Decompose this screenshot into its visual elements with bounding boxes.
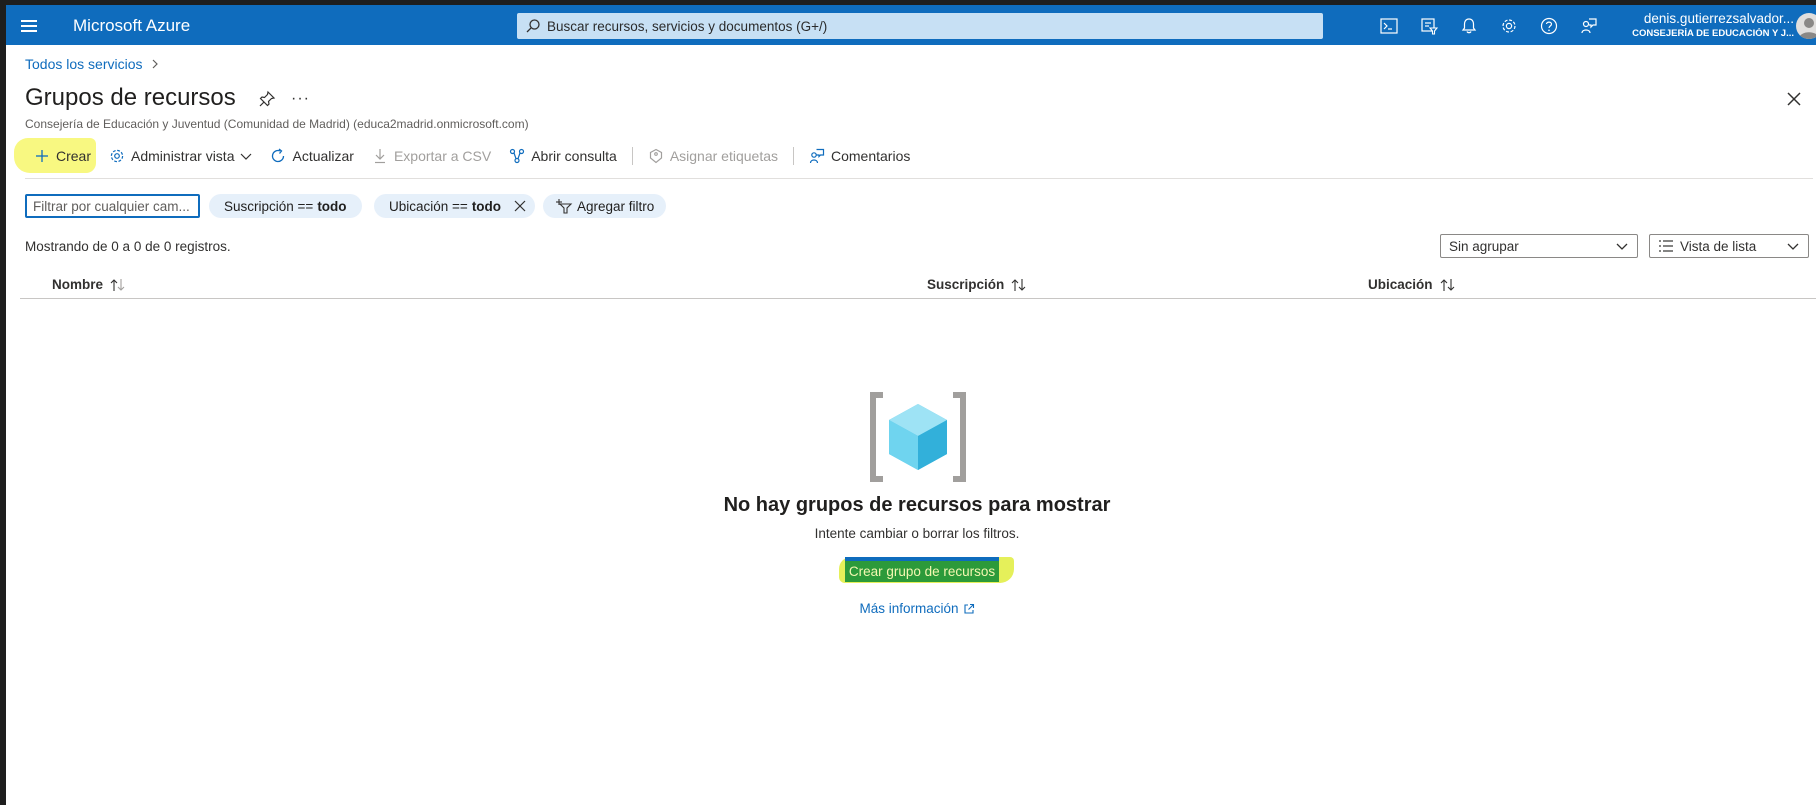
column-header-label: Suscripción [927, 277, 1005, 292]
open-query-label: Abrir consulta [531, 148, 617, 164]
breadcrumb-all-services[interactable]: Todos los servicios [25, 56, 143, 72]
view-mode-dropdown[interactable]: Vista de lista [1649, 234, 1809, 258]
subscription-filter-pill[interactable]: Suscripción == todo [209, 194, 362, 218]
feedback-person-icon[interactable] [1576, 13, 1602, 39]
open-query-button[interactable]: Abrir consulta [500, 141, 626, 171]
resource-group-icon [870, 392, 966, 482]
location-filter-pill[interactable]: Ubicación == todo [374, 194, 536, 218]
global-search[interactable] [517, 13, 1323, 39]
sort-icon [1011, 278, 1026, 291]
add-filter-label: Agregar filtro [577, 198, 655, 214]
external-link-icon [963, 603, 974, 614]
toolbar-divider [631, 147, 633, 165]
manage-view-label: Administrar vista [131, 148, 235, 164]
create-resource-group-button[interactable]: Crear grupo de recursos [845, 557, 999, 582]
command-bar: Crear Administrar vista Actualizar Expor… [25, 141, 919, 171]
remove-filter-icon[interactable] [513, 199, 527, 213]
more-options-icon[interactable]: ··· [291, 90, 310, 108]
assign-tags-label: Asignar etiquetas [669, 148, 778, 164]
empty-state-subtitle: Intente cambiar o borrar los filtros. [814, 526, 1020, 541]
create-button[interactable]: Crear [25, 141, 100, 171]
column-header-label: Nombre [52, 277, 104, 292]
global-search-input[interactable] [547, 16, 1307, 36]
add-filter-button[interactable]: Agregar filtro [543, 194, 667, 218]
user-name: denis.gutierrezsalvador... [1643, 11, 1794, 26]
more-info-label: Más información [859, 601, 959, 616]
chevron-down-icon [1787, 243, 1799, 250]
search-icon [526, 19, 540, 33]
plus-icon [36, 150, 48, 162]
add-filter-icon [556, 199, 573, 214]
manage-view-button[interactable]: Administrar vista [100, 141, 261, 171]
subscription-filter-label: Suscripción == [224, 198, 314, 214]
feedback-icon [809, 148, 825, 164]
table-header-divider [20, 298, 1816, 299]
page-title: Grupos de recursos [25, 84, 236, 111]
avatar[interactable] [1796, 13, 1816, 39]
refresh-icon [272, 148, 285, 163]
query-graph-icon [510, 148, 525, 164]
divider [25, 178, 1813, 179]
hamburger-menu-icon[interactable] [18, 13, 42, 37]
chevron-right-icon [152, 59, 158, 69]
chevron-down-icon [241, 153, 252, 160]
column-header-name[interactable]: Nombre [52, 277, 127, 292]
record-count: Mostrando de 0 a 0 de 0 registros. [25, 239, 231, 254]
help-question-icon[interactable] [1536, 13, 1562, 39]
grouping-value: Sin agrupar [1449, 238, 1519, 254]
pin-icon[interactable] [258, 90, 276, 108]
location-filter-value: todo [471, 198, 502, 214]
cloud-shell-icon[interactable] [1376, 13, 1402, 39]
user-organization: CONSEJERÍA DE EDUCACIÓN Y J... [1632, 28, 1794, 39]
breadcrumb: Todos los servicios [25, 56, 159, 72]
more-info-link[interactable]: Más información [6, 601, 1816, 616]
filter-input[interactable] [25, 194, 200, 218]
location-filter-label: Ubicación == [389, 198, 468, 214]
directory-filter-icon[interactable] [1416, 13, 1442, 39]
export-csv-button[interactable]: Exportar a CSV [363, 141, 500, 171]
close-icon[interactable] [1784, 89, 1804, 109]
tag-icon [649, 148, 662, 164]
view-mode-value: Vista de lista [1680, 238, 1757, 254]
account-menu[interactable]: denis.gutierrezsalvador... CONSEJERÍA DE… [1628, 11, 1794, 39]
feedback-button[interactable]: Comentarios [800, 141, 919, 171]
create-button-label: Crear [56, 148, 92, 164]
page-subtitle: Consejería de Educación y Juventud (Comu… [25, 117, 529, 131]
brand-title[interactable]: Microsoft Azure [73, 16, 190, 36]
export-csv-label: Exportar a CSV [393, 148, 492, 164]
azure-portal-window: Microsoft Azure denis.gutierrezsalv [6, 5, 1816, 805]
download-icon [374, 149, 385, 164]
settings-gear-icon[interactable] [1496, 13, 1522, 39]
empty-state-title: No hay grupos de recursos para mostrar [723, 494, 1111, 516]
sort-icon [1440, 278, 1454, 291]
gear-icon [110, 149, 124, 163]
notifications-bell-icon[interactable] [1456, 13, 1482, 39]
refresh-label: Actualizar [292, 148, 354, 164]
toolbar-divider [793, 147, 794, 165]
column-header-location[interactable]: Ubicación [1368, 277, 1457, 292]
subscription-filter-value: todo [317, 198, 347, 214]
sort-icon [110, 278, 125, 291]
feedback-label: Comentarios [831, 148, 911, 164]
refresh-button[interactable]: Actualizar [261, 141, 362, 171]
column-header-subscription[interactable]: Suscripción [927, 277, 1028, 292]
top-bar: Microsoft Azure denis.gutierrezsalv [6, 5, 1816, 45]
column-header-label: Ubicación [1368, 277, 1433, 292]
assign-tags-button[interactable]: Asignar etiquetas [639, 141, 787, 171]
list-view-icon [1659, 240, 1673, 252]
chevron-down-icon [1616, 243, 1628, 250]
grouping-dropdown[interactable]: Sin agrupar [1440, 234, 1638, 258]
